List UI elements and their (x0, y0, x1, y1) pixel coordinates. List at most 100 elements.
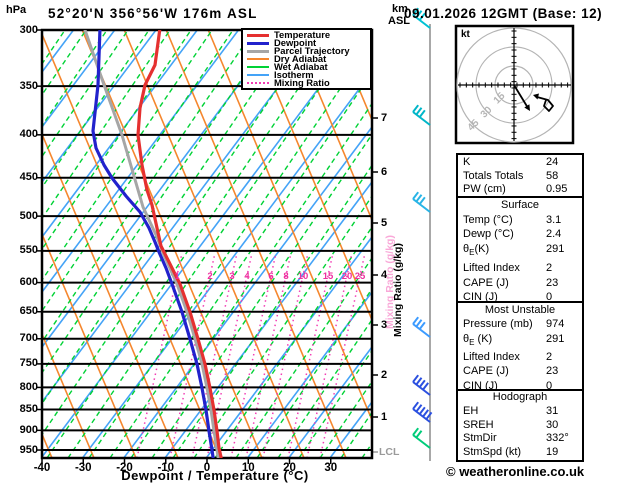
pressure-axis-unit: hPa (6, 4, 27, 16)
table-row: K 24 (458, 156, 582, 170)
legend-line-sample (247, 58, 269, 60)
pressure-tick-label: 450 (19, 171, 38, 184)
pressure-tick-label: 300 (19, 23, 38, 36)
table-row-value: 3.1 (546, 213, 562, 226)
legend-item: Mixing Ratio (247, 77, 370, 88)
table-row: Lifted Index 2 (458, 261, 582, 276)
indices-table-section: Most Unstable Pressure (mb) 974 θE (K) 291 Li… (456, 301, 584, 392)
pressure-tick-label: 900 (19, 423, 38, 436)
temperature-tick-label: -20 (116, 462, 133, 474)
pressure-tick-label: 500 (19, 209, 38, 222)
table-row-value: 31 (546, 404, 559, 417)
datetime-header: 09.01.2026 12GMT (Base: 12) (404, 6, 603, 21)
legend-item-label: Mixing Ratio (274, 77, 330, 88)
legend-line-sample (247, 33, 269, 37)
table-row-label: StmSpd (kt) (463, 446, 522, 459)
table-row: θE(K) 291 (458, 242, 582, 261)
table-row-label: Dewp (°C) (463, 228, 514, 241)
mixing-ratio-value-label: 2 (207, 271, 213, 282)
table-row-label: Temp (°C) (463, 213, 513, 226)
table-row-value: 0.95 (546, 183, 568, 196)
mixing-ratio-value-label: 25 (354, 271, 366, 282)
temperature-tick-label: 20 (283, 462, 296, 474)
legend-line-sample (247, 66, 269, 68)
legend-line-sample (247, 49, 269, 53)
temperature-tick-label: -40 (33, 462, 51, 474)
table-row: PW (cm) 0.95 (458, 183, 582, 197)
hodograph-unit-label: kt (461, 29, 470, 40)
table-row-label: CAPE (J) (463, 276, 509, 289)
table-row-label: Lifted Index (463, 351, 520, 364)
table-row-value: 30 (546, 418, 559, 431)
km-tick-label: 4 (381, 268, 388, 281)
table-row-value: 2 (546, 351, 553, 364)
table-row-label: EH (463, 404, 479, 417)
table-row-label: StmDir (463, 432, 497, 445)
table-row-label: Pressure (mb) (463, 318, 533, 331)
table-row-label: Totals Totals (463, 169, 524, 182)
mixing-ratio-value-label: 4 (244, 271, 250, 282)
table-row: SREH 30 (458, 419, 582, 433)
mixing-ratio-value-label: 10 (297, 271, 309, 282)
station-title: 52°20'N 356°56'W 176m ASL (48, 6, 258, 21)
pressure-tick-label: 800 (19, 380, 38, 393)
table-row-label: θE(K) (463, 243, 490, 258)
pressure-tick-label: 350 (19, 79, 38, 92)
table-row-label: PW (cm) (463, 183, 506, 196)
table-row-label: K (463, 156, 471, 168)
table-section-header: Hodograph (492, 391, 548, 403)
table-row-value: 332° (546, 432, 569, 445)
table-row: EH 31 (458, 405, 582, 419)
table-row: CAPE (J) 23 (458, 364, 582, 378)
km-tick-label: 5 (381, 216, 388, 229)
temperature-tick-label: 0 (203, 462, 211, 474)
table-row-value: 2.4 (546, 228, 562, 241)
table-row-value: 291 (546, 332, 565, 345)
mixing-ratio-value-label: 15 (322, 271, 334, 282)
pressure-tick-label: 750 (19, 357, 38, 370)
table-row-value: 974 (546, 318, 565, 331)
km-tick-label: 2 (381, 368, 388, 381)
legend-line-sample (247, 41, 269, 45)
table-row: StmSpd (kt) 19 (458, 446, 582, 460)
pressure-tick-label: 400 (19, 128, 38, 141)
table-row: Pressure (mb) 974 (458, 317, 582, 331)
table-row-label: Lifted Index (463, 262, 520, 274)
table-row-value: 58 (546, 169, 559, 182)
table-row-label: SREH (463, 418, 494, 431)
lcl-label: LCL (379, 446, 400, 458)
pressure-tick-label: 550 (19, 244, 38, 257)
pressure-tick-label: 600 (19, 276, 38, 289)
km-tick-label: 3 (381, 318, 388, 331)
legend-line-sample (247, 74, 269, 76)
table-row: StmDir 332° (458, 432, 582, 446)
km-tick-label: 7 (381, 111, 388, 124)
table-row-label: CAPE (J) (463, 365, 509, 378)
legend-line-sample (247, 82, 269, 84)
legend-box: Temperature Dewpoint Parcel Trajectory Dry … (241, 28, 372, 90)
pressure-tick-label: 700 (19, 332, 38, 345)
table-row-value: 291 (546, 243, 565, 256)
mixing-ratio-axis-label: Mixing Ratio (g/kg) (392, 243, 404, 337)
table-section-header: Most Unstable (484, 304, 556, 316)
indices-table-section: K 24 Totals Totals 58 PW (cm) 0.95 (456, 153, 584, 198)
mixing-ratio-value-label: 1 (174, 271, 180, 282)
table-row-label: θE (K) (463, 332, 493, 347)
temperature-tick-label: -30 (74, 462, 92, 474)
table-row: Lifted Index 2 (458, 350, 582, 364)
temperature-tick-label: 30 (324, 462, 338, 474)
table-row: θE (K) 291 (458, 332, 582, 350)
table-row: Totals Totals 58 (458, 170, 582, 184)
table-row-value: 23 (546, 365, 559, 378)
pressure-tick-label: 650 (19, 305, 38, 318)
table-row-value: 19 (546, 446, 559, 459)
table-row: Dewp (°C) 2.4 (458, 227, 582, 242)
footer-copyright: © weatheronline.co.uk (446, 464, 585, 479)
table-row: Temp (°C) 3.1 (458, 213, 582, 228)
table-row: CAPE (J) 23 (458, 276, 582, 291)
table-section-header: Surface (501, 199, 539, 211)
temperature-tick-label: -10 (157, 462, 175, 474)
table-row-value: 23 (546, 276, 559, 289)
indices-table-section: Surface Temp (°C) 3.1 Dewp (°C) 2.4 θE(K) 291 L… (456, 196, 584, 303)
pressure-tick-label: 850 (19, 403, 38, 415)
